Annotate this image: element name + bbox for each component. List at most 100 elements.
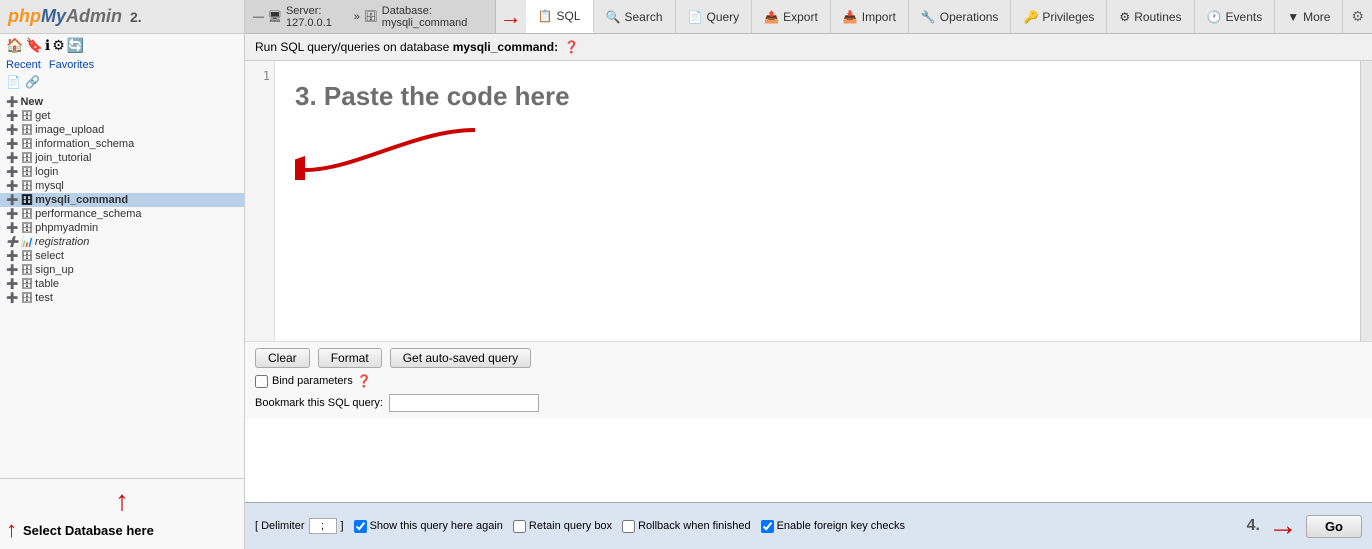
bind-params-checkbox[interactable]	[255, 375, 268, 388]
tree-item-get[interactable]: ➕ 🗄 get	[0, 109, 244, 123]
operations-tab-label: Operations	[940, 10, 999, 24]
arrow-right-icon: →	[1268, 509, 1298, 543]
tree-item-new[interactable]: ➕ New	[0, 95, 244, 109]
option-rollback[interactable]: Rollback when finished	[622, 520, 751, 533]
tree-item-registration[interactable]: ➕ 📊 registration	[0, 235, 244, 249]
minimize-icon[interactable]: —	[253, 11, 264, 23]
tree-item-performance-schema[interactable]: ➕ 🗄 performance_schema	[0, 207, 244, 221]
show-query-checkbox[interactable]	[354, 520, 367, 533]
settings-icon[interactable]: ⚙	[52, 37, 65, 54]
auto-saved-button[interactable]: Get auto-saved query	[390, 348, 531, 368]
privileges-tab-icon: 🔑	[1023, 10, 1038, 24]
tree-item-mysqli-command[interactable]: ➕ 🗄 mysqli_command	[0, 193, 244, 207]
sql-editor-input[interactable]	[275, 61, 1360, 341]
tree-label-new: New	[20, 96, 43, 108]
search-tab-icon: 🔍	[606, 10, 621, 24]
favorites-link[interactable]: Favorites	[49, 59, 94, 71]
sidebar-bottom: ↑ ↑ Select Database here	[0, 478, 244, 549]
rollback-checkbox[interactable]	[622, 520, 635, 533]
more-tab-icon: ▼	[1287, 10, 1299, 24]
bookmark-label: Bookmark this SQL query:	[255, 397, 383, 409]
foreign-key-label: Enable foreign key checks	[777, 520, 905, 532]
delimiter-bracket-close: ]	[341, 520, 344, 532]
footer-bar: [ Delimiter ] Show this query here again…	[245, 502, 1372, 549]
tab-export[interactable]: 📤 Export	[752, 0, 831, 33]
tree-label-join-tutorial: join_tutorial	[35, 152, 91, 164]
server-text: Server: 127.0.0.1	[286, 5, 350, 29]
bookmark-input[interactable]	[389, 394, 539, 412]
button-row: Clear Format Get auto-saved query	[255, 348, 1362, 368]
step-badge-2: 2.	[130, 9, 142, 25]
tree-item-mysql[interactable]: ➕ 🗄 mysql	[0, 179, 244, 193]
tree-item-image-upload[interactable]: ➕ 🗄 image_upload	[0, 123, 244, 137]
more-tab-label: More	[1303, 10, 1330, 24]
events-tab-label: Events	[1226, 10, 1263, 24]
sql-panel-title: Run SQL query/queries on database mysqli…	[255, 40, 558, 54]
tree-label-phpmyadmin: phpmyadmin	[35, 222, 98, 234]
bind-params-help-icon[interactable]: ❓	[357, 374, 372, 388]
tab-more[interactable]: ▼ More	[1275, 0, 1343, 33]
go-button[interactable]: Go	[1306, 515, 1362, 538]
delimiter-group: [ Delimiter ]	[255, 518, 344, 534]
format-button[interactable]: Format	[318, 348, 382, 368]
line-numbers: 1	[245, 61, 275, 341]
tab-import[interactable]: 📥 Import	[831, 0, 909, 33]
bookmark-icon[interactable]: 🔖	[25, 37, 42, 54]
select-db-label: Select Database here	[23, 523, 154, 538]
tree-item-login[interactable]: ➕ 🗄 login	[0, 165, 244, 179]
tree-item-join-tutorial[interactable]: ➕ 🗄 join_tutorial	[0, 151, 244, 165]
info-icon[interactable]: ℹ	[45, 37, 50, 54]
tab-routines[interactable]: ⚙ Routines	[1107, 0, 1194, 33]
tree-item-select[interactable]: ➕ 🗄 select	[0, 249, 244, 263]
main-area: — 🖥 Server: 127.0.0.1 » 🗄 SQL Database: …	[245, 0, 1372, 549]
tree-item-phpmyadmin[interactable]: ➕ 🗄 phpmyadmin	[0, 221, 244, 235]
arrow-up-icon: ↑	[6, 485, 238, 517]
option-retain-query[interactable]: Retain query box	[513, 520, 612, 533]
option-show-query[interactable]: Show this query here again	[354, 520, 503, 533]
option-foreign-key[interactable]: Enable foreign key checks	[761, 520, 905, 533]
collapse-icon[interactable]: 📄	[6, 75, 21, 89]
settings-gear-icon[interactable]: ⚙	[1343, 8, 1372, 25]
sidebar-tree: ➕ New ➕ 🗄 get ➕ 🗄 image_upload ➕ 🗄 infor…	[0, 91, 244, 478]
step-badge-4: 4.	[1247, 517, 1260, 535]
retain-query-checkbox[interactable]	[513, 520, 526, 533]
export-tab-label: Export	[783, 10, 818, 24]
expand-new: ➕	[6, 97, 18, 108]
tab-query[interactable]: 📄 Query	[676, 0, 753, 33]
tree-item-information-schema[interactable]: ➕ 🗄 information_schema	[0, 137, 244, 151]
tree-item-table[interactable]: ➕ 🗄 table	[0, 277, 244, 291]
search-tab-label: Search	[625, 10, 663, 24]
tree-item-test[interactable]: ➕ 🗄 test	[0, 291, 244, 305]
arrow-up-2-icon: ↑	[6, 517, 17, 543]
foreign-key-checkbox[interactable]	[761, 520, 774, 533]
bookmark-row: Bookmark this SQL query:	[255, 394, 1362, 412]
link-icon[interactable]: 🔗	[25, 75, 40, 89]
recent-link[interactable]: Recent	[6, 59, 41, 71]
tree-label-sign-up: sign_up	[35, 264, 74, 276]
logo-myadmin: MyAdmin	[41, 6, 122, 26]
tree-label-mysql: mysql	[35, 180, 64, 192]
refresh-icon[interactable]: 🔄	[67, 37, 84, 54]
tab-search[interactable]: 🔍 Search	[594, 0, 676, 33]
resize-handle[interactable]	[1360, 61, 1372, 341]
delimiter-input[interactable]	[309, 518, 337, 534]
tab-privileges[interactable]: 🔑 Privileges	[1011, 0, 1107, 33]
help-icon[interactable]: ❓	[564, 40, 579, 54]
sql-panel-dbname: mysqli_command:	[453, 40, 558, 54]
tab-events[interactable]: 🕐 Events	[1195, 0, 1276, 33]
tree-label-select: select	[35, 250, 64, 262]
tree-item-sign-up[interactable]: ➕ 🗄 sign_up	[0, 263, 244, 277]
operations-tab-icon: 🔧	[921, 10, 936, 24]
nav-tabs: 📋 SQL 🔍 Search 📄 Query 📤 Export 📥	[526, 0, 1344, 33]
tab-operations[interactable]: 🔧 Operations	[909, 0, 1012, 33]
home-icon[interactable]: 🏠	[6, 37, 23, 54]
sql-tab-icon: 📋	[538, 9, 553, 23]
bind-params-row: Bind parameters ❓	[255, 374, 1362, 388]
routines-tab-label: Routines	[1134, 10, 1181, 24]
tree-label-table: table	[35, 278, 59, 290]
clear-button[interactable]: Clear	[255, 348, 310, 368]
tab-sql[interactable]: 📋 SQL	[526, 0, 594, 33]
show-query-label: Show this query here again	[370, 520, 503, 532]
import-tab-label: Import	[862, 10, 896, 24]
go-btn-wrapper: 4. → Go	[1247, 509, 1362, 543]
